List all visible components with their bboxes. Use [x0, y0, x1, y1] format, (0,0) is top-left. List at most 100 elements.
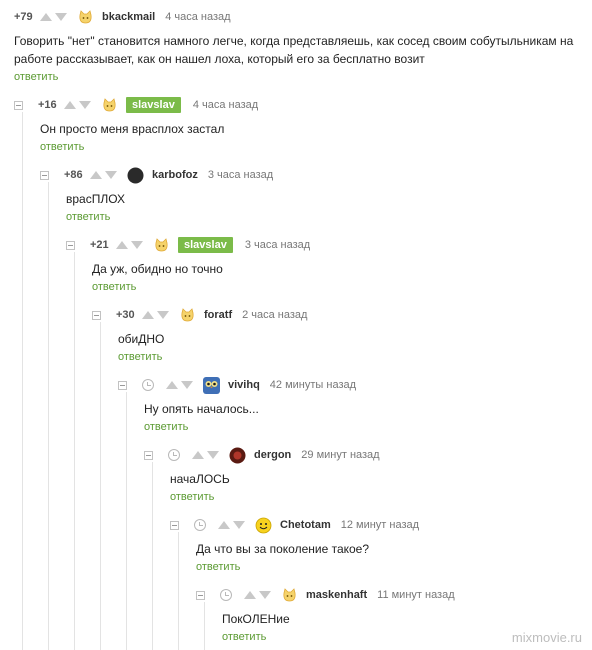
- vote-up-icon[interactable]: [192, 451, 204, 459]
- comment-header: +21 slavslav 3 часа назад: [66, 235, 584, 255]
- vote-down-icon[interactable]: [157, 311, 169, 319]
- collapse-toggle-icon[interactable]: [92, 310, 101, 320]
- collapse-toggle-icon[interactable]: [144, 450, 153, 460]
- rating-value: +30: [116, 309, 135, 321]
- comment-header: Chetotam 12 минут назад: [170, 515, 584, 535]
- comment-time: 29 минут назад: [301, 449, 380, 461]
- comment-header: +79 bkackmail 4 часа назад: [14, 7, 584, 27]
- cat-face-icon[interactable]: [77, 8, 94, 26]
- vote-down-icon[interactable]: [233, 521, 245, 529]
- comment: +21 slavslav 3 часа назад Да уж, обидно …: [66, 235, 584, 293]
- vote-down-icon[interactable]: [55, 13, 67, 21]
- comment-header: dergon 29 минут назад: [144, 445, 584, 465]
- collapse-toggle-icon[interactable]: [118, 380, 127, 390]
- vote-up-icon[interactable]: [142, 311, 154, 319]
- vote-up-icon[interactable]: [166, 381, 178, 389]
- reply-link[interactable]: ответить: [66, 211, 110, 223]
- reply-link[interactable]: ответить: [92, 281, 136, 293]
- comment: +30 foratf 2 часа назад обиДНО ответить: [92, 305, 584, 363]
- comment-time: 11 минут назад: [377, 589, 455, 601]
- vote-down-icon[interactable]: [79, 101, 91, 109]
- rating-value: +79: [14, 11, 33, 23]
- rating-value: +21: [90, 239, 109, 251]
- comment-header: maskenhaft 11 минут назад: [196, 585, 584, 605]
- thread-guide-line: [100, 322, 101, 650]
- comment: dergon 29 минут назад начаЛОСЬ ответить: [144, 445, 584, 503]
- vote-up-icon[interactable]: [116, 241, 128, 249]
- vote-down-icon[interactable]: [207, 451, 219, 459]
- clock-icon: [220, 589, 232, 601]
- author-name[interactable]: bkackmail: [102, 11, 155, 23]
- comment-header: vivihq 42 минуты назад: [118, 375, 584, 395]
- smiley-icon[interactable]: [255, 516, 272, 534]
- thread-guide-line: [48, 182, 49, 650]
- comment-time: 3 часа назад: [207, 169, 274, 181]
- clock-icon: [168, 449, 180, 461]
- comment-text: врасПЛОХ: [66, 192, 126, 206]
- cat-face-icon[interactable]: [179, 306, 196, 324]
- reply-link[interactable]: ответить: [170, 491, 214, 503]
- comment-header: +16 slavslav 4 часа назад: [14, 95, 584, 115]
- vote-up-icon[interactable]: [40, 13, 52, 21]
- author-name[interactable]: slavslav: [126, 97, 181, 113]
- author-name[interactable]: foratf: [204, 309, 232, 321]
- collapse-toggle-icon[interactable]: [66, 240, 75, 250]
- vote-down-icon[interactable]: [131, 241, 143, 249]
- thread-guide-line: [22, 112, 23, 650]
- collapse-toggle-icon[interactable]: [196, 590, 205, 600]
- comment-text: Он просто меня врасплох застал: [40, 122, 225, 136]
- author-name[interactable]: slavslav: [178, 237, 233, 253]
- author-name[interactable]: dergon: [254, 449, 291, 461]
- cat-face-icon[interactable]: [153, 236, 170, 254]
- reply-link[interactable]: ответить: [144, 421, 188, 433]
- reply-link[interactable]: ответить: [118, 351, 162, 363]
- vote-down-icon[interactable]: [105, 171, 117, 179]
- author-name[interactable]: maskenhaft: [306, 589, 367, 601]
- reply-link[interactable]: ответить: [40, 141, 84, 153]
- clock-icon: [142, 379, 154, 391]
- cat-face-icon[interactable]: [281, 586, 298, 604]
- author-name[interactable]: Chetotam: [280, 519, 331, 531]
- rating-value: +16: [38, 99, 57, 111]
- comment: +79 bkackmail 4 часа назад Говорить "нет…: [14, 7, 584, 83]
- vote-up-icon[interactable]: [218, 521, 230, 529]
- comment-text: Да уж, обидно но точно: [92, 262, 223, 276]
- comment-text: Да что вы за поколение такое?: [196, 542, 370, 556]
- vote-down-icon[interactable]: [259, 591, 271, 599]
- reply-link[interactable]: ответить: [196, 561, 240, 573]
- reply-link[interactable]: ответить: [222, 631, 266, 643]
- comment: +86 karbofoz 3 часа назад врасПЛОХ ответ…: [40, 165, 584, 223]
- clock-icon: [194, 519, 206, 531]
- comment-time: 12 минут назад: [340, 519, 420, 531]
- vote-down-icon[interactable]: [181, 381, 193, 389]
- comment-time: 4 часа назад: [165, 11, 231, 23]
- collapse-toggle-icon[interactable]: [170, 520, 179, 530]
- comment-text: начаЛОСЬ: [170, 472, 230, 486]
- author-name[interactable]: vivihq: [228, 379, 260, 391]
- collapse-toggle-icon[interactable]: [14, 100, 23, 110]
- comment-time: 3 часа назад: [244, 239, 311, 251]
- blue-owl-avatar[interactable]: [203, 376, 220, 394]
- vote-up-icon[interactable]: [90, 171, 102, 179]
- comment: Chetotam 12 минут назад Да что вы за пок…: [170, 515, 584, 573]
- comment-text: Ну опять началось...: [144, 402, 259, 416]
- reply-link[interactable]: ответить: [14, 71, 58, 83]
- comment-text: ПокОЛЕНие: [222, 612, 290, 626]
- red-dark-avatar[interactable]: [229, 446, 246, 464]
- comment-header: +30 foratf 2 часа назад: [92, 305, 584, 325]
- vote-up-icon[interactable]: [64, 101, 76, 109]
- comment: vivihq 42 минуты назад Ну опять началось…: [118, 375, 584, 433]
- cat-face-icon[interactable]: [101, 96, 118, 114]
- collapse-toggle-icon[interactable]: [40, 170, 49, 180]
- rating-value: +86: [64, 169, 83, 181]
- author-name[interactable]: karbofoz: [152, 169, 198, 181]
- comment-time: 4 часа назад: [192, 99, 259, 111]
- comment-header: +86 karbofoz 3 часа назад: [40, 165, 584, 185]
- vote-up-icon[interactable]: [244, 591, 256, 599]
- watermark: mixmovie.ru: [511, 630, 582, 645]
- thread-guide-line: [74, 252, 75, 650]
- comment-text: обиДНО: [118, 332, 165, 346]
- dark-circle-avatar[interactable]: [127, 166, 144, 184]
- comment-time: 42 минуты назад: [269, 379, 357, 391]
- comment: +16 slavslav 4 часа назад Он просто меня…: [14, 95, 584, 153]
